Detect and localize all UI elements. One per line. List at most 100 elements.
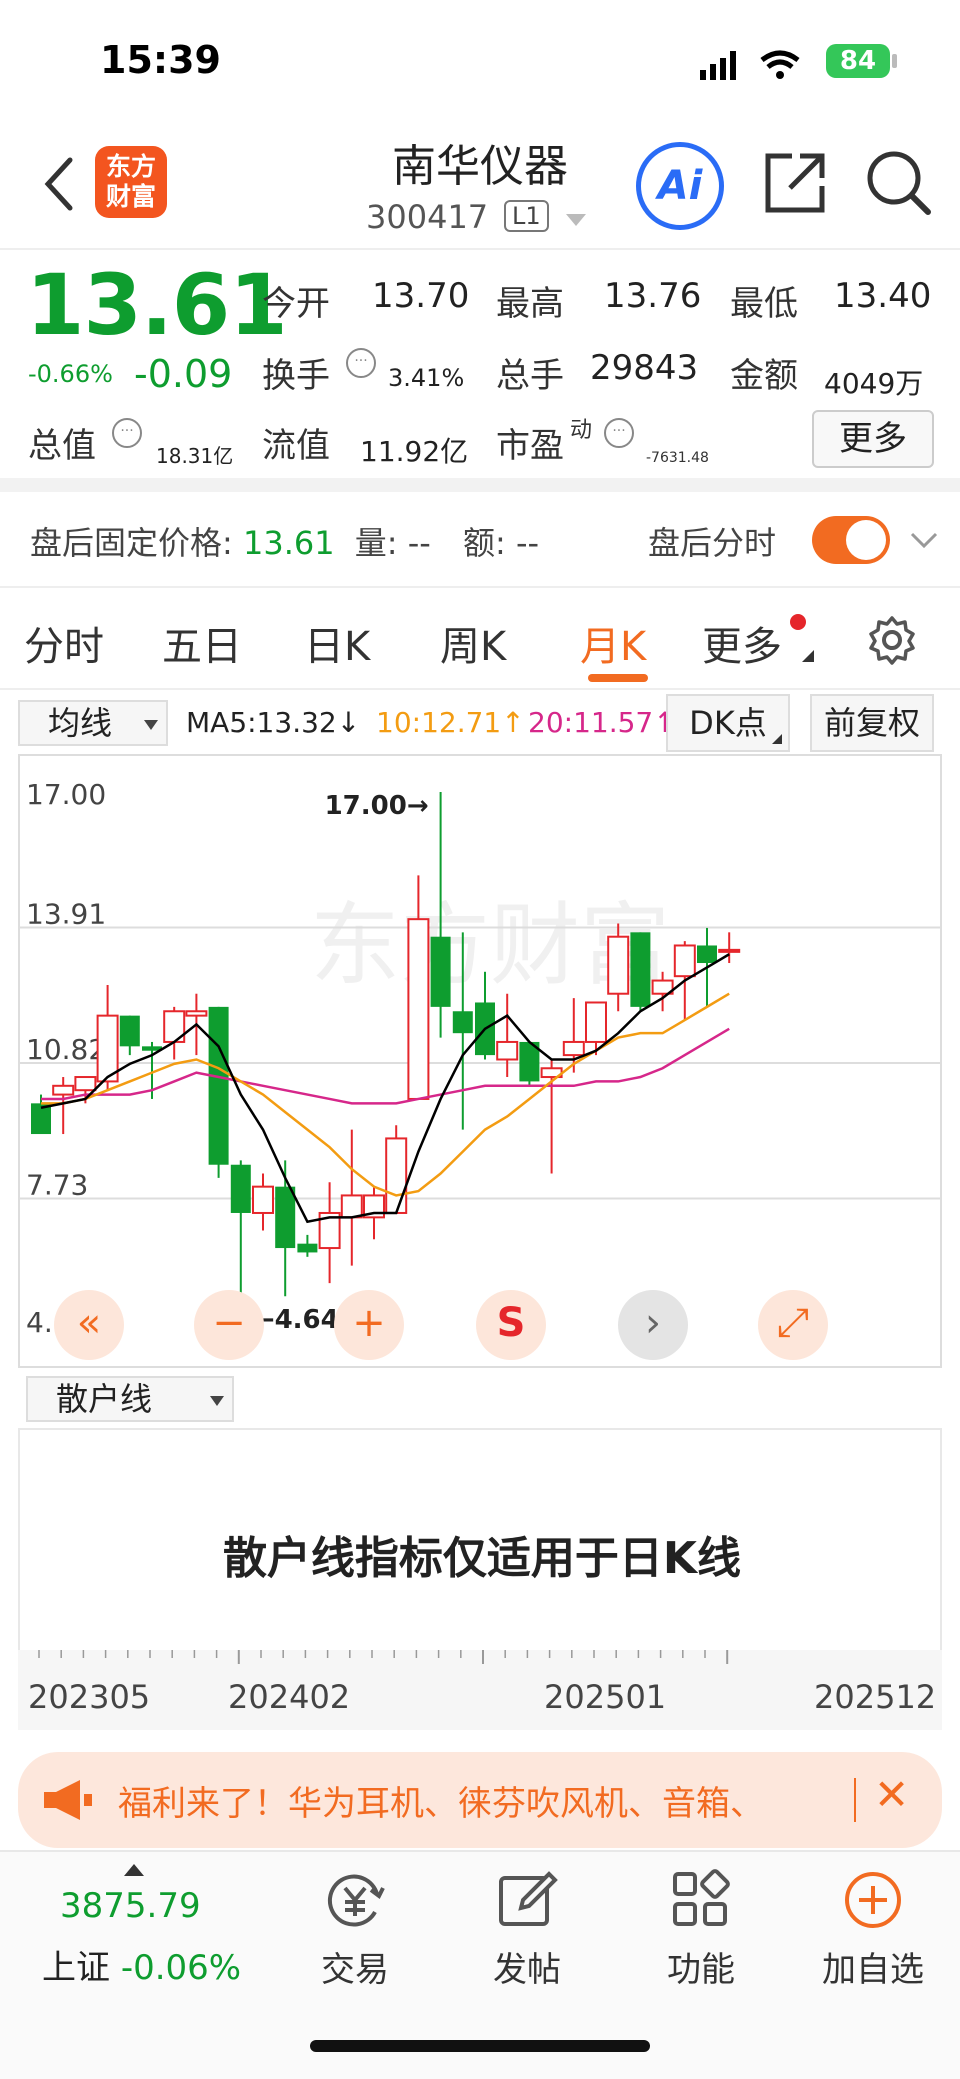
candle-body: [562, 1040, 585, 1057]
chevron-down-icon[interactable]: [908, 524, 940, 556]
after-hours-info: 盘后固定价格: 13.61 量: -- 额: --: [30, 524, 540, 562]
scroll-left-button[interactable]: «: [54, 1290, 124, 1360]
notification-dot: [790, 614, 806, 630]
caret-up-icon: [124, 1864, 144, 1876]
ma5-value: MA5:13.32↓: [186, 706, 361, 739]
change-percent: -0.66%: [28, 360, 113, 388]
period-tabs: 分时 五日 日K 周K 月K 更多: [0, 590, 960, 690]
high-label: 最高: [496, 284, 564, 324]
x-label-end: 202512: [814, 1678, 937, 1716]
candle-body: [697, 945, 717, 964]
total-cap-value: 18.31亿: [156, 444, 234, 468]
volume-label: 总手: [496, 356, 564, 396]
index-name: 上证: [42, 1948, 110, 1988]
y-axis-label: 13.91: [26, 898, 106, 931]
indicator-message: 散户线指标仅适用于日K线: [222, 1533, 742, 1584]
high-value: 13.76: [604, 276, 702, 316]
index-change: -0.06%: [120, 1948, 242, 1988]
ma10-value: 10:12.71↑: [376, 706, 525, 739]
signal-button[interactable]: S: [476, 1290, 546, 1360]
candle-body: [52, 1084, 75, 1096]
tab-more-caret-icon: [802, 650, 814, 662]
candle-body: [407, 918, 430, 1100]
dk-caret-icon: [772, 734, 782, 744]
open-label: 今开: [262, 284, 330, 324]
status-time: 15:39: [100, 38, 221, 82]
share-icon[interactable]: [762, 150, 828, 216]
banner-close-button[interactable]: ✕: [874, 1770, 909, 1819]
indicator-panel: 散户线指标仅适用于日K线: [18, 1428, 942, 1650]
low-value: 13.40: [834, 276, 932, 316]
candle-body: [630, 932, 651, 1007]
kline-chart[interactable]: 东方财富 17.0013.9110.827.734.6417.00→←4.64 …: [18, 754, 942, 1368]
turnover-label: 换手: [262, 356, 330, 396]
fullscreen-button[interactable]: ⤢: [758, 1290, 828, 1360]
promo-banner[interactable]: 福利来了！华为耳机、徕芬吹风机、音箱、 ✕: [18, 1752, 942, 1848]
candle-body: [208, 1006, 229, 1165]
index-quote[interactable]: 上证 -0.06%: [42, 1940, 241, 1989]
banner-text: 福利来了！华为耳机、徕芬吹风机、音箱、: [118, 1784, 764, 1824]
pe-label: 市盈: [496, 426, 564, 466]
indicator-selector-caret-icon: [210, 1396, 224, 1406]
status-bar: 15:39 84: [0, 0, 960, 120]
pe-info-icon[interactable]: ···: [604, 418, 634, 448]
code-dropdown-caret-icon[interactable]: [566, 214, 586, 226]
megaphone-icon: [44, 1780, 92, 1820]
ma20-value: 20:11.57↑: [528, 706, 677, 739]
toggle-knob: [846, 520, 886, 560]
pe-superscript: 动: [570, 418, 593, 443]
quote-panel: 13.61 -0.66% -0.09 今开 13.70 最高 13.76 最低 …: [0, 252, 960, 492]
total-cap-info-icon[interactable]: ···: [112, 418, 142, 448]
ma20-line: [41, 1027, 730, 1105]
candle-body: [31, 1103, 51, 1135]
candle-body: [496, 1040, 519, 1061]
more-quote-button[interactable]: 更多: [812, 410, 934, 468]
add-circle-icon: [845, 1872, 901, 1928]
open-value: 13.70: [372, 276, 470, 316]
adjust-price-button[interactable]: 前复权: [810, 694, 934, 752]
candle-body: [585, 1001, 607, 1043]
candle-body: [74, 1076, 97, 1092]
tab-day-k[interactable]: 日K: [304, 614, 370, 672]
stock-code[interactable]: 300417: [366, 198, 488, 236]
turnover-info-icon[interactable]: ···: [346, 348, 376, 378]
edit-post-icon: [499, 1871, 558, 1926]
after-hours-timeshare-label: 盘后分时: [648, 524, 777, 562]
candle-body: [385, 1137, 408, 1214]
nav-post[interactable]: 发帖: [452, 1868, 602, 1991]
candle-body: [430, 936, 451, 1007]
candle-body: [185, 1010, 208, 1017]
nav-add-watchlist[interactable]: 加自选: [798, 1868, 948, 1991]
ai-button[interactable]: Ai: [636, 142, 724, 230]
tab-timeshare[interactable]: 分时: [24, 614, 104, 672]
pe-value: -7631.48: [646, 450, 709, 466]
battery-indicator: 84: [826, 44, 890, 78]
after-hours-price: 13.61: [242, 524, 335, 562]
candle-body: [340, 1194, 363, 1219]
max-price-marker: 17.00→: [325, 791, 429, 821]
home-indicator: [310, 2040, 650, 2052]
search-icon[interactable]: [864, 148, 934, 218]
x-label-3: 202501: [544, 1678, 667, 1716]
indicator-selector[interactable]: 散户线: [26, 1376, 234, 1422]
tab-month-k[interactable]: 月K: [580, 614, 646, 672]
active-tab-indicator: [588, 674, 648, 682]
tab-five-day[interactable]: 五日: [162, 614, 242, 672]
time-axis: 202305 202402 202501 202512: [18, 1650, 942, 1730]
zoom-out-button[interactable]: −: [194, 1290, 264, 1360]
candle-body: [673, 944, 696, 978]
settings-gear-icon[interactable]: [866, 614, 918, 666]
float-cap-value: 11.92亿: [360, 435, 469, 468]
tab-more[interactable]: 更多: [702, 614, 782, 672]
scroll-right-button[interactable]: ›: [618, 1290, 688, 1360]
nav-functions[interactable]: 功能: [626, 1868, 776, 1991]
x-label-start: 202305: [28, 1678, 151, 1716]
volume-value: 29843: [590, 348, 699, 388]
index-value[interactable]: 3875.79: [60, 1886, 201, 1926]
nav-trade[interactable]: 交易: [280, 1868, 430, 1991]
battery-tip: [892, 54, 897, 68]
tab-week-k[interactable]: 周K: [440, 614, 506, 672]
zoom-in-button[interactable]: +: [334, 1290, 404, 1360]
change-amount: -0.09: [134, 352, 233, 396]
level-badge: L1: [504, 200, 549, 232]
